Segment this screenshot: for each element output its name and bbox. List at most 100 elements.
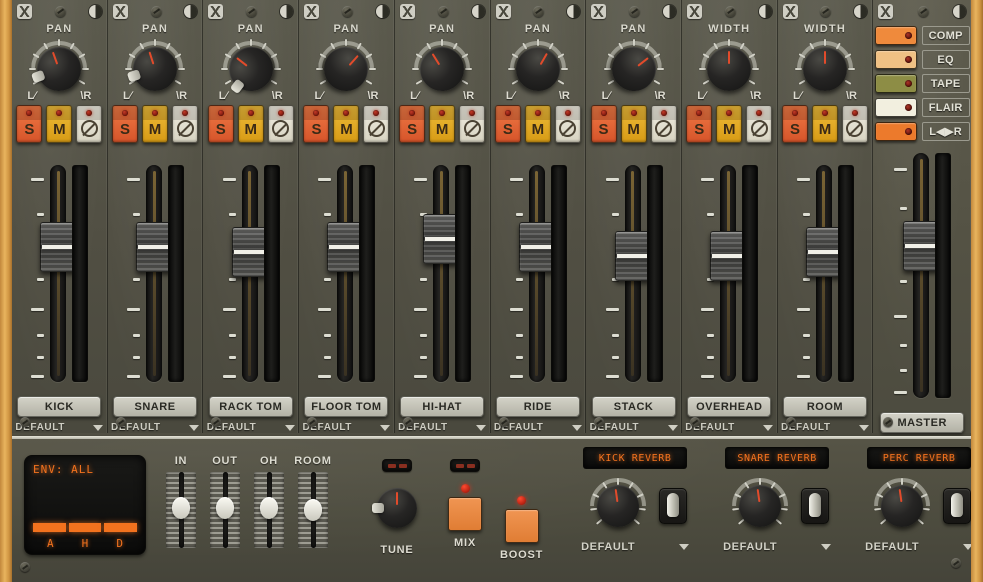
disable-button[interactable] — [363, 105, 390, 143]
phase-invert-icon[interactable] — [88, 4, 102, 18]
mute-button[interactable]: M — [716, 105, 743, 143]
phase-invert-icon[interactable] — [758, 4, 772, 18]
waveform-icon[interactable] — [17, 3, 32, 19]
pan-knob[interactable]: L∕ \R — [404, 37, 480, 102]
solo-button[interactable]: S — [399, 105, 426, 143]
master-fader-handle[interactable] — [903, 221, 940, 272]
volume-fader[interactable] — [136, 165, 173, 382]
volume-fader[interactable] — [40, 165, 77, 382]
phase-invert-icon[interactable] — [953, 4, 967, 18]
reverb-preset-selector[interactable]: DEFAULT — [581, 541, 690, 553]
waveform-icon[interactable] — [208, 3, 224, 19]
phase-invert-icon[interactable] — [854, 4, 868, 18]
toggle-eq[interactable] — [874, 50, 917, 69]
channel-name-plate[interactable]: SNARE — [113, 396, 198, 417]
reverb-preset-selector[interactable]: DEFAULT — [865, 541, 974, 553]
solo-button[interactable]: S — [781, 105, 808, 143]
fader-handle[interactable] — [231, 226, 268, 277]
toggle-flair[interactable] — [874, 98, 917, 117]
channel-name-plate[interactable]: STACK — [591, 396, 676, 417]
waveform-icon[interactable] — [399, 3, 415, 19]
pan-knob[interactable]: L∕ \R — [213, 37, 289, 102]
master-volume-fader[interactable] — [903, 153, 940, 398]
pan-knob[interactable]: L∕ \R — [691, 37, 767, 102]
waveform-icon[interactable] — [304, 3, 320, 19]
phase-invert-icon[interactable] — [567, 4, 581, 18]
waveform-icon[interactable] — [495, 3, 511, 19]
mute-button[interactable]: M — [429, 105, 456, 143]
fader-handle[interactable] — [327, 222, 364, 273]
waveform-icon[interactable] — [686, 3, 702, 19]
master-effect-label-0[interactable]: COMP — [921, 26, 970, 45]
volume-fader[interactable] — [327, 165, 364, 382]
toggle-tape[interactable] — [874, 74, 917, 93]
fader-handle[interactable] — [136, 222, 173, 273]
fader-handle[interactable] — [710, 231, 747, 282]
slider-track[interactable] — [166, 472, 196, 548]
pan-knob[interactable]: L∕ \R — [500, 37, 576, 102]
phase-invert-icon[interactable] — [662, 4, 676, 18]
toggle-comp[interactable] — [874, 26, 917, 45]
phase-invert-icon[interactable] — [280, 4, 294, 18]
pan-knob[interactable]: L∕ \R — [787, 37, 863, 102]
reverb-toggle-switch[interactable] — [659, 488, 688, 524]
channel-name-plate[interactable]: HI-HAT — [400, 396, 485, 417]
disable-button[interactable] — [267, 105, 294, 143]
channel-name-plate[interactable]: OVERHEAD — [687, 396, 772, 417]
fader-handle[interactable] — [40, 222, 77, 273]
slider-handle[interactable] — [304, 499, 322, 521]
fader-handle[interactable] — [614, 231, 651, 282]
waveform-icon[interactable] — [591, 3, 607, 19]
pan-knob[interactable]: L∕ \R — [596, 37, 672, 102]
volume-fader[interactable] — [231, 165, 268, 382]
mix-button[interactable] — [448, 497, 482, 531]
reverb-toggle-switch[interactable] — [943, 488, 972, 524]
master-effect-label-1[interactable]: EQ — [921, 50, 970, 69]
envelope-display[interactable]: ENV: ALL A H D — [24, 455, 146, 555]
solo-button[interactable]: S — [207, 105, 234, 143]
channel-name-plate[interactable]: FLOOR TOM — [304, 396, 389, 417]
reverb-amount-knob[interactable] — [867, 475, 937, 537]
fader-handle[interactable] — [518, 222, 555, 273]
slider-handle[interactable] — [216, 497, 234, 520]
slider-handle[interactable] — [172, 497, 190, 520]
reverb-display[interactable]: SNARE REVERB — [725, 447, 830, 469]
channel-name-plate[interactable]: ROOM — [782, 396, 867, 417]
master-effect-label-4[interactable]: L◀▶R — [921, 122, 970, 141]
disable-button[interactable] — [554, 105, 581, 143]
tune-knob[interactable] — [364, 478, 430, 538]
solo-button[interactable]: S — [686, 105, 713, 143]
channel-name-plate[interactable]: RACK TOM — [208, 396, 293, 417]
reverb-display[interactable]: KICK REVERB — [583, 447, 688, 469]
master-effect-label-3[interactable]: FLAIR — [921, 98, 970, 117]
disable-button[interactable] — [650, 105, 677, 143]
mute-button[interactable]: M — [620, 105, 647, 143]
fader-handle[interactable] — [423, 213, 460, 264]
volume-fader[interactable] — [805, 165, 842, 382]
disable-button[interactable] — [746, 105, 773, 143]
solo-button[interactable]: S — [112, 105, 139, 143]
boost-button[interactable] — [504, 509, 539, 543]
volume-fader[interactable] — [423, 165, 460, 382]
reverb-preset-selector[interactable]: DEFAULT — [723, 541, 832, 553]
mute-button[interactable]: M — [333, 105, 360, 143]
reverb-amount-knob[interactable] — [725, 475, 795, 537]
reverb-amount-knob[interactable] — [583, 475, 653, 537]
mute-button[interactable]: M — [524, 105, 551, 143]
envelope-graph[interactable] — [33, 482, 137, 532]
phase-invert-icon[interactable] — [184, 4, 198, 18]
solo-button[interactable]: S — [16, 105, 43, 143]
slider-handle[interactable] — [260, 497, 278, 520]
reverb-display[interactable]: PERC REVERB — [867, 447, 972, 469]
volume-fader[interactable] — [710, 165, 747, 382]
solo-button[interactable]: S — [590, 105, 617, 143]
mute-button[interactable]: M — [46, 105, 73, 143]
phase-invert-icon[interactable] — [471, 4, 485, 18]
volume-fader[interactable] — [518, 165, 555, 382]
waveform-icon[interactable] — [878, 3, 894, 19]
slider-track[interactable] — [298, 472, 328, 548]
mute-button[interactable]: M — [142, 105, 169, 143]
volume-fader[interactable] — [614, 165, 651, 382]
disable-button[interactable] — [841, 105, 868, 143]
pan-knob[interactable]: L∕ \R — [308, 37, 384, 102]
